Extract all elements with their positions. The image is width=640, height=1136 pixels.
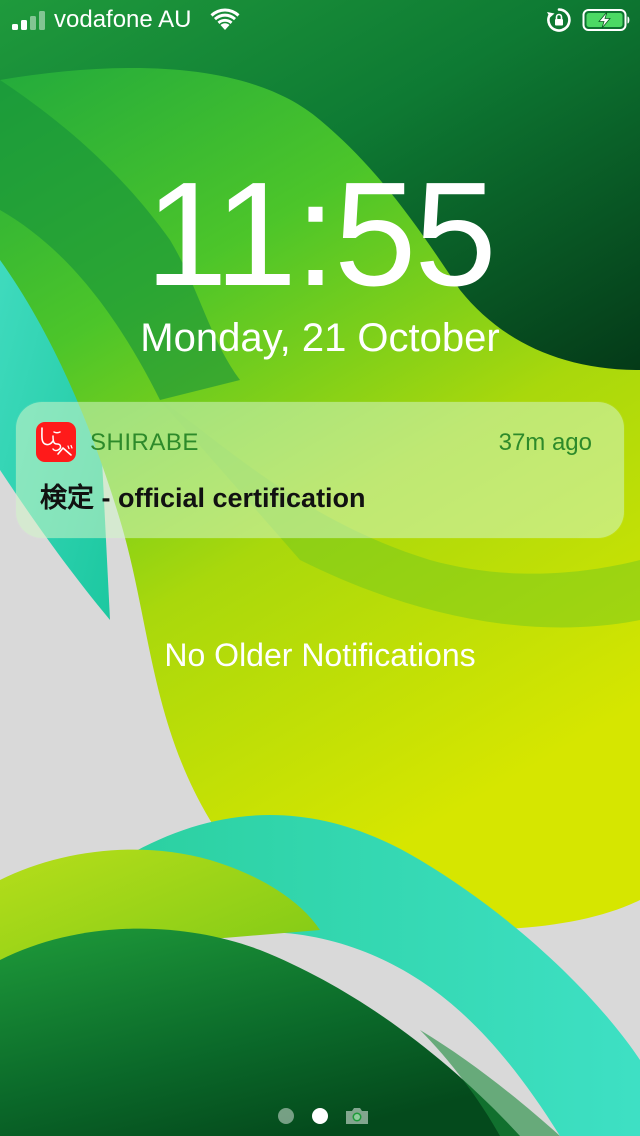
page-dot-1[interactable] [278,1108,294,1124]
status-bar: vodafone AU [0,0,640,40]
lock-screen-time: 11:55 [145,152,496,317]
rotation-lock-icon [547,8,571,32]
lock-screen-date: Monday, 21 October [140,316,500,360]
page-dot-2-active[interactable] [312,1108,328,1124]
signal-icon [12,10,46,30]
notification-card[interactable]: SHIRABE 37m ago 検定 - official certificat… [16,402,624,538]
carrier-label: vodafone AU [54,6,192,33]
notification-app-name: SHIRABE [90,429,199,456]
camera-icon[interactable] [344,1106,370,1126]
battery-charging-icon [582,9,630,31]
page-indicator[interactable] [0,1104,640,1128]
wifi-icon [210,8,240,30]
notification-time: 37m ago [498,429,592,456]
lock-screen: vodafone AU 11:55 Monday, 21 October SHI… [0,0,640,1136]
notification-body: 検定 - official certification [40,483,366,513]
shirabe-app-icon [36,422,76,462]
no-older-notifications-label: No Older Notifications [164,637,476,673]
